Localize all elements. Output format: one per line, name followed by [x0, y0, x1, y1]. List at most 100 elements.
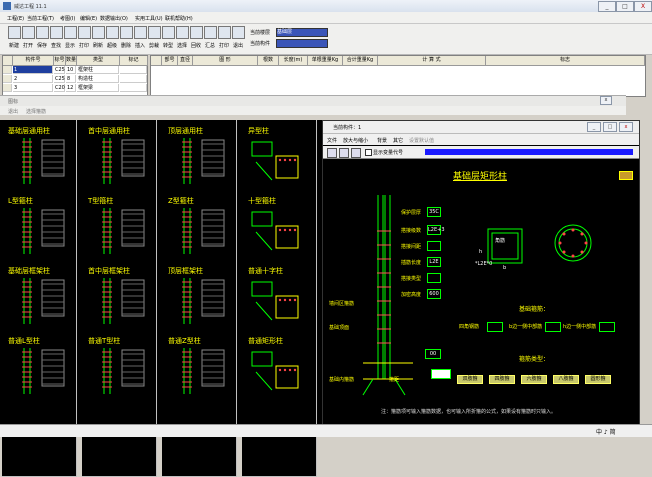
gallery-item[interactable] [82, 400, 157, 477]
col-member-no[interactable]: 构件号 [13, 56, 54, 66]
gallery-item[interactable] [242, 400, 317, 477]
toolbar-button-1[interactable]: 打开 [22, 26, 35, 49]
rebar-grid[interactable]: 部号 直径 图 形 根数 长度(m) 单根重量Kg 合计重量Kg 计 算 式 标… [150, 55, 646, 97]
table-cell[interactable]: 8 [66, 75, 76, 83]
gallery-item[interactable]: 普通十字柱 [242, 260, 317, 337]
toolbar-button-4[interactable]: 显示 [64, 26, 77, 49]
toolbar-button-10[interactable]: 剪裁 [148, 26, 161, 49]
menu-help[interactable]: 联机帮助(H) [165, 15, 193, 22]
toolbar-button-7[interactable]: 超级 [106, 26, 119, 49]
gallery-item[interactable]: 十型箍柱 [242, 190, 317, 267]
table-cell[interactable] [120, 66, 147, 74]
toolbar-button-11[interactable]: 转型 [162, 26, 175, 49]
row-header[interactable] [3, 84, 12, 92]
field-value[interactable] [427, 241, 441, 251]
gallery-item[interactable]: 普通L型柱 [2, 330, 77, 407]
field-value[interactable]: 35C [427, 207, 441, 217]
toolbar-button-9[interactable]: 插入 [134, 26, 147, 49]
table-cell[interactable]: C25 [54, 75, 65, 83]
dialog-menu-zoom[interactable]: 放大与缩小 [343, 137, 368, 144]
show-variables-checkbox[interactable] [365, 149, 372, 156]
gallery-item[interactable]: Z型箍柱 [162, 190, 237, 267]
gallery-item[interactable]: 普通T型柱 [82, 330, 157, 407]
minimize-button[interactable]: _ [598, 1, 616, 12]
gallery-item[interactable]: 基础层框架柱 [2, 260, 77, 337]
col-length[interactable]: 长度(m) [279, 56, 308, 66]
menu-edit[interactable]: 编辑(E) [80, 15, 97, 22]
dialog-menu-background[interactable]: 背景 [377, 137, 387, 144]
current-floor-field[interactable]: 基础层 [276, 28, 328, 37]
stirrup-eight-button[interactable]: 八肢箍 [553, 375, 579, 384]
toolbar-button-12[interactable]: 选择 [176, 26, 189, 49]
table-cell[interactable]: 3 [13, 84, 53, 92]
dialog-print-icon[interactable] [351, 148, 361, 158]
gallery-item[interactable]: 普通矩形柱 [242, 330, 317, 407]
toolbar-button-15[interactable]: 打印 [218, 26, 231, 49]
toolbar-button-16[interactable]: 退出 [232, 26, 245, 49]
dialog-close-button[interactable]: x [619, 122, 633, 132]
col-bar-count[interactable]: 根数 [258, 56, 279, 66]
basic-bar-b-box[interactable] [545, 322, 561, 332]
toolbar-button-6[interactable]: 刷新 [92, 26, 105, 49]
field-value[interactable]: L2E+3 [427, 225, 445, 235]
table-cell[interactable]: 框架柱 [77, 66, 119, 74]
gallery-item[interactable] [2, 400, 77, 477]
toolbar-button-3[interactable]: 查找 [50, 26, 63, 49]
dialog-new-icon[interactable] [327, 148, 337, 158]
gallery-item[interactable]: 基础层通用柱 [2, 120, 77, 197]
toolbar-button-13[interactable]: 回收 [190, 26, 203, 49]
row-header[interactable] [3, 66, 12, 74]
menu-tools[interactable]: 实用工具(U) [135, 15, 163, 22]
menu-data-output[interactable]: 数据输出(O) [100, 15, 128, 22]
gallery-item[interactable]: L型箍柱 [2, 190, 77, 267]
stirrup-six-button[interactable]: 六肢箍 [521, 375, 547, 384]
toolbar-button-14[interactable]: 汇总 [204, 26, 217, 49]
toolbar-button-5[interactable]: 打印 [78, 26, 91, 49]
table-cell[interactable]: 10 [66, 66, 76, 74]
col-type[interactable]: 类型 [77, 56, 120, 66]
dialog-save-icon[interactable] [339, 148, 349, 158]
close-button[interactable]: X [634, 1, 652, 12]
field-value[interactable]: L2E [427, 257, 441, 267]
basic-bar-h-box[interactable] [599, 322, 615, 332]
gallery-item[interactable]: 异型柱 [242, 120, 317, 197]
basic-bar-corner-box[interactable] [487, 322, 503, 332]
row-header[interactable] [3, 75, 12, 83]
current-member-field[interactable] [276, 39, 328, 48]
col-formula[interactable]: 计 算 式 [378, 56, 486, 66]
table-cell[interactable]: C25 [54, 66, 65, 74]
gallery-item[interactable]: 普通Z型柱 [162, 330, 237, 407]
col-count[interactable]: 数量 [66, 56, 77, 66]
col-total-weight[interactable]: 合计重量Kg [343, 56, 378, 66]
table-cell[interactable]: 2 [13, 75, 53, 83]
maximize-button[interactable]: □ [616, 1, 634, 12]
col-grade[interactable]: 标号 [54, 56, 66, 66]
gallery-menu-exit[interactable]: 退出 [8, 108, 18, 115]
menu-current-project[interactable]: 当前工程(T) [27, 15, 54, 22]
table-cell[interactable]: 1 [13, 66, 53, 74]
spacing-value[interactable] [431, 369, 451, 379]
table-row[interactable]: 2 C25 8 构造柱 [3, 75, 147, 83]
dialog-minimize-button[interactable]: _ [587, 122, 601, 132]
table-row[interactable]: 3 C20 12 框架梁 [3, 84, 147, 92]
table-cell[interactable] [120, 75, 147, 83]
col-part-no[interactable]: 部号 [162, 56, 178, 66]
table-cell[interactable]: 框架梁 [77, 84, 119, 92]
col-unit-weight[interactable]: 单根重量Kg [308, 56, 343, 66]
dialog-menu-other[interactable]: 其它 [393, 137, 403, 144]
table-cell[interactable]: C20 [54, 84, 65, 92]
toolbar-button-8[interactable]: 删除 [120, 26, 133, 49]
col-flag[interactable]: 标志 [486, 56, 645, 66]
table-cell[interactable]: 12 [66, 84, 76, 92]
col-shape[interactable]: 图 形 [193, 56, 258, 66]
col-mark[interactable]: 标记 [120, 56, 148, 66]
field-value[interactable] [427, 273, 441, 283]
menu-project[interactable]: 工程(E) [7, 15, 24, 22]
dialog-maximize-button[interactable]: □ [603, 122, 617, 132]
gallery-menu-select-stirrup[interactable]: 选择箍筋 [26, 108, 46, 115]
gallery-item[interactable]: 顶层通用柱 [162, 120, 237, 197]
stirrup-double-button[interactable]: 双肢箍 [457, 375, 483, 384]
member-grid[interactable]: 构件号 标号 数量 类型 标记 1 C25 10 框架柱 2 C25 8 构造柱 3 C20 12 框… [2, 55, 148, 97]
dialog-menu-defaults[interactable]: 设置默认值 [409, 137, 434, 144]
table-row[interactable]: 1 C25 10 框架柱 [3, 66, 147, 74]
